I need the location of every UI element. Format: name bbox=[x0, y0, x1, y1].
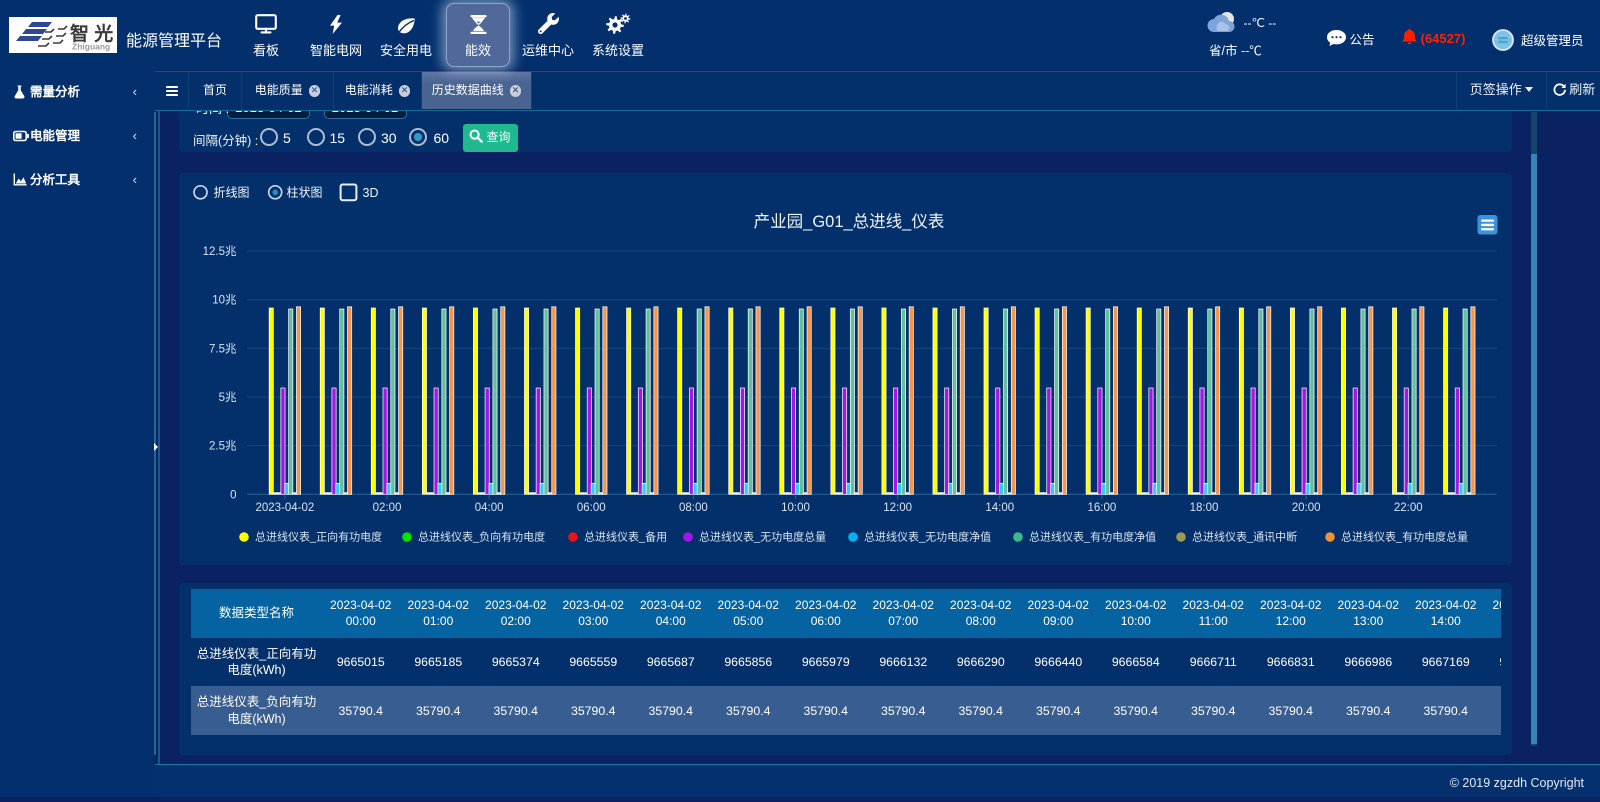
svg-text:06:00: 06:00 bbox=[577, 502, 606, 514]
svg-text:总进线仪表_备用: 总进线仪表_备用 bbox=[584, 530, 667, 544]
svg-text:3D: 3D bbox=[363, 186, 379, 200]
svg-text:2023-04-02: 2023-04-02 bbox=[255, 502, 314, 514]
svg-text:折线图: 折线图 bbox=[214, 185, 250, 200]
svg-text:22:00: 22:00 bbox=[1394, 502, 1423, 514]
svg-text:总进线仪表_负向有功电度: 总进线仪表_负向有功电度 bbox=[418, 530, 545, 544]
svg-text:12:00: 12:00 bbox=[883, 502, 912, 514]
svg-text:16:00: 16:00 bbox=[1087, 502, 1116, 514]
svg-text:总进线仪表_有功电度总量: 总进线仪表_有功电度总量 bbox=[1341, 530, 1468, 544]
svg-text:7.5兆: 7.5兆 bbox=[209, 342, 237, 355]
svg-text:柱状图: 柱状图 bbox=[287, 185, 323, 200]
svg-text:总进线仪表_无功电度总量: 总进线仪表_无功电度总量 bbox=[699, 530, 826, 544]
svg-text:0: 0 bbox=[230, 489, 236, 501]
svg-text:10:00: 10:00 bbox=[781, 502, 810, 514]
svg-text:08:00: 08:00 bbox=[679, 502, 708, 514]
svg-text:04:00: 04:00 bbox=[475, 502, 504, 514]
svg-text:总进线仪表_无功电度净值: 总进线仪表_无功电度净值 bbox=[864, 530, 991, 544]
svg-text:Zhiguang: Zhiguang bbox=[72, 42, 110, 52]
svg-text:10兆: 10兆 bbox=[212, 294, 237, 307]
svg-text:5兆: 5兆 bbox=[219, 391, 237, 404]
svg-text:02:00: 02:00 bbox=[373, 502, 402, 514]
svg-text:20:00: 20:00 bbox=[1292, 502, 1321, 514]
svg-text:总进线仪表_通讯中断: 总进线仪表_通讯中断 bbox=[1192, 530, 1297, 544]
svg-text:14:00: 14:00 bbox=[985, 502, 1014, 514]
svg-text:总进线仪表_有功电度净值: 总进线仪表_有功电度净值 bbox=[1029, 530, 1156, 544]
svg-text:总进线仪表_正向有功电度: 总进线仪表_正向有功电度 bbox=[255, 530, 382, 544]
svg-text:产业园_G01_总进线_仪表: 产业园_G01_总进线_仪表 bbox=[754, 212, 945, 231]
svg-text:2.5兆: 2.5兆 bbox=[209, 440, 237, 453]
svg-text:18:00: 18:00 bbox=[1190, 502, 1219, 514]
svg-text:12.5兆: 12.5兆 bbox=[203, 245, 237, 258]
